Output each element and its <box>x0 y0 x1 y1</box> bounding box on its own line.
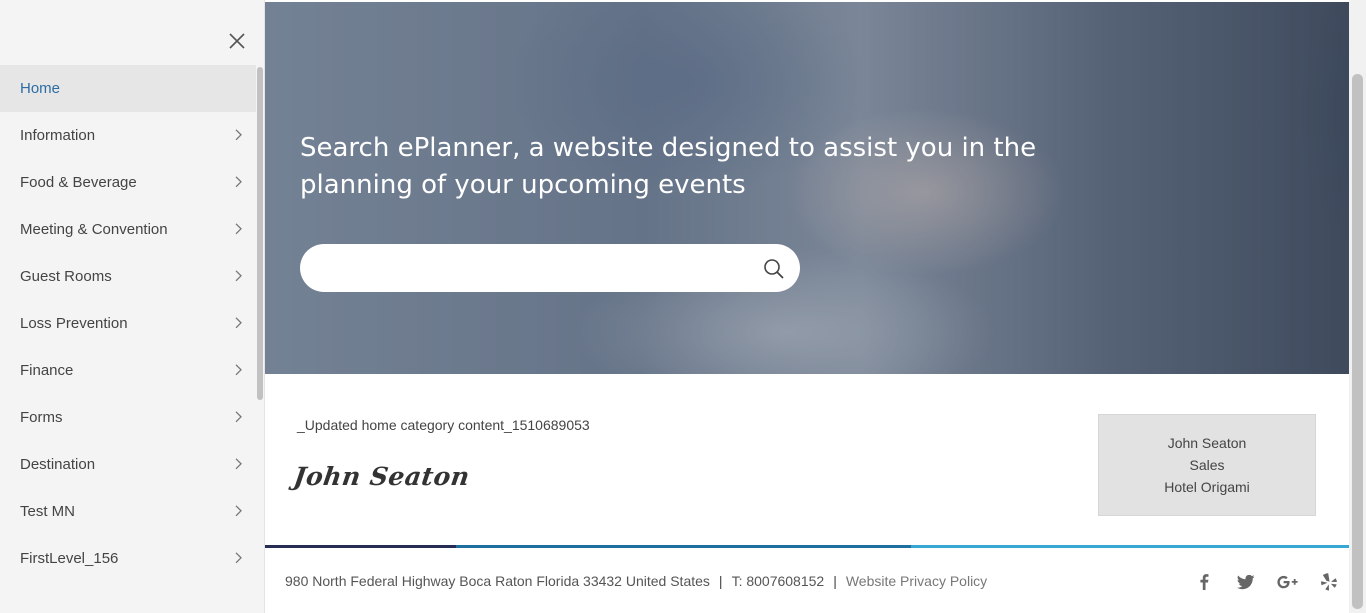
sidebar-item-label: Destination <box>20 456 96 473</box>
search-bar <box>300 244 800 292</box>
google-plus-icon[interactable] <box>1276 571 1298 593</box>
yelp-icon[interactable] <box>1318 571 1340 593</box>
sidebar: Home Information Food & Beverage Meeting… <box>0 0 265 613</box>
sidebar-menu: Home Information Food & Beverage Meeting… <box>0 65 256 582</box>
search-input[interactable] <box>320 244 740 292</box>
footer-divider-segment <box>265 545 456 548</box>
sidebar-item-information[interactable]: Information <box>0 112 256 159</box>
sidebar-item-label: Home <box>20 80 61 97</box>
chevron-right-icon <box>234 222 244 234</box>
sidebar-item-home[interactable]: Home <box>0 65 256 112</box>
facebook-icon[interactable] <box>1193 571 1215 593</box>
footer-divider-segment <box>911 545 1349 548</box>
sidebar-item-label: Forms <box>20 409 63 426</box>
chevron-right-icon <box>234 410 244 422</box>
close-icon[interactable] <box>226 30 248 52</box>
sidebar-item-finance[interactable]: Finance <box>0 347 256 394</box>
chevron-right-icon <box>234 363 244 375</box>
signature: John Seaton <box>291 462 472 491</box>
chevron-right-icon <box>234 504 244 516</box>
sidebar-item-forms[interactable]: Forms <box>0 394 256 441</box>
sidebar-item-label: Food & Beverage <box>20 174 137 191</box>
chevron-right-icon <box>234 128 244 140</box>
footer-info: 980 North Federal Highway Boca Raton Flo… <box>285 573 987 589</box>
sidebar-scrollbar[interactable] <box>257 67 263 400</box>
sidebar-item-meeting-convention[interactable]: Meeting & Convention <box>0 206 256 253</box>
contact-hotel: Hotel Origami <box>1164 479 1250 495</box>
contact-card: John Seaton Sales Hotel Origami <box>1098 414 1316 516</box>
sidebar-item-test-mn[interactable]: Test MN <box>0 488 256 535</box>
sidebar-item-food-beverage[interactable]: Food & Beverage <box>0 159 256 206</box>
footer-address: 980 North Federal Highway Boca Raton Flo… <box>285 573 710 589</box>
sidebar-item-label: FirstLevel_156 <box>20 550 119 567</box>
twitter-icon[interactable] <box>1235 571 1257 593</box>
chevron-right-icon <box>234 175 244 187</box>
sidebar-item-label: Test MN <box>20 503 76 520</box>
chevron-right-icon <box>234 551 244 563</box>
sidebar-item-label: Finance <box>20 362 74 379</box>
hero-title: Search ePlanner, a website designed to a… <box>300 133 1037 200</box>
sidebar-item-label: Guest Rooms <box>20 268 112 285</box>
page-scrollbar-thumb[interactable] <box>1352 74 1363 609</box>
search-icon[interactable] <box>763 258 785 280</box>
footer-separator: | <box>718 573 723 589</box>
sidebar-item-destination[interactable]: Destination <box>0 441 256 488</box>
sidebar-item-label: Information <box>20 127 96 144</box>
footer-phone: T: 8007608152 <box>731 573 825 589</box>
sidebar-item-loss-prevention[interactable]: Loss Prevention <box>0 300 256 347</box>
sidebar-item-label: Loss Prevention <box>20 315 128 332</box>
sidebar-item-guest-rooms[interactable]: Guest Rooms <box>0 253 256 300</box>
category-content-text: _Updated home category content_151068905… <box>297 417 590 433</box>
chevron-right-icon <box>234 457 244 469</box>
footer-separator: | <box>833 573 837 589</box>
footer-divider-segment <box>456 545 911 548</box>
hero-banner: Search ePlanner, a website designed to a… <box>265 2 1349 374</box>
sidebar-item-firstlevel-156[interactable]: FirstLevel_156 <box>0 535 256 582</box>
contact-name: John Seaton <box>1167 435 1247 451</box>
contact-role: Sales <box>1189 457 1225 473</box>
privacy-policy-link[interactable]: Website Privacy Policy <box>846 573 987 589</box>
chevron-right-icon <box>234 316 244 328</box>
sidebar-item-label: Meeting & Convention <box>20 221 168 238</box>
chevron-right-icon <box>234 269 244 281</box>
